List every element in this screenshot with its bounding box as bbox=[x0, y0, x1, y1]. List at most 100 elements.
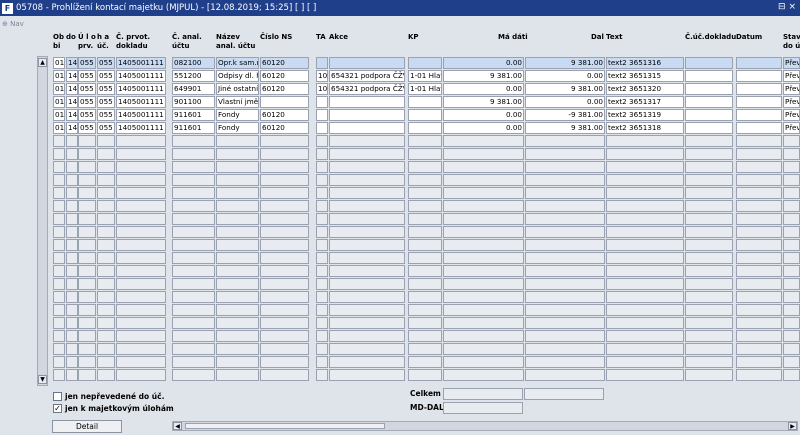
cell-akce[interactable] bbox=[329, 174, 405, 186]
scroll-down-icon[interactable]: ▼ bbox=[38, 375, 47, 384]
cell-ta[interactable] bbox=[316, 239, 328, 251]
cell-nazev[interactable] bbox=[216, 161, 259, 173]
cell-cucdokladu[interactable] bbox=[685, 148, 733, 160]
cell-cprvot[interactable] bbox=[116, 304, 166, 316]
cell-cprvot[interactable] bbox=[116, 135, 166, 147]
cell-madati[interactable] bbox=[443, 343, 524, 355]
cell-cprvot[interactable]: 1405001111 bbox=[116, 57, 166, 69]
cell-cucdokladu[interactable] bbox=[685, 265, 733, 277]
cell-cprvot[interactable]: 1405001111 bbox=[116, 96, 166, 108]
cell-akce[interactable] bbox=[329, 57, 405, 69]
cell-kp[interactable] bbox=[408, 161, 442, 173]
cell-ob[interactable] bbox=[53, 252, 65, 264]
cell-kp[interactable] bbox=[408, 200, 442, 212]
cell-cprvot[interactable] bbox=[116, 356, 166, 368]
cell-canal[interactable] bbox=[172, 265, 215, 277]
cell-datum[interactable] bbox=[736, 135, 782, 147]
cell-cislons[interactable] bbox=[260, 161, 309, 173]
cell-kp[interactable]: 1-01 Hlavní bbox=[408, 70, 442, 82]
cell-cucdokladu[interactable] bbox=[685, 356, 733, 368]
cell-madati[interactable] bbox=[443, 148, 524, 160]
cell-ob[interactable] bbox=[53, 174, 65, 186]
cell-stav[interactable] bbox=[783, 330, 800, 342]
cell-stav[interactable] bbox=[783, 343, 800, 355]
cell-nazev[interactable]: Odpisy dl. hm bbox=[216, 70, 259, 82]
cell-ha[interactable] bbox=[97, 278, 115, 290]
cell-ulo[interactable] bbox=[78, 135, 96, 147]
scroll-up-icon[interactable]: ▲ bbox=[38, 58, 47, 67]
cell-text[interactable] bbox=[606, 278, 684, 290]
cell-ulo[interactable] bbox=[78, 161, 96, 173]
cell-ta[interactable] bbox=[316, 330, 328, 342]
cell-cprvot[interactable] bbox=[116, 317, 166, 329]
cell-datum[interactable] bbox=[736, 57, 782, 69]
cell-do[interactable] bbox=[66, 252, 78, 264]
cell-canal[interactable] bbox=[172, 239, 215, 251]
cell-cislons[interactable] bbox=[260, 343, 309, 355]
cell-text[interactable] bbox=[606, 343, 684, 355]
cell-nazev[interactable] bbox=[216, 343, 259, 355]
cell-ta[interactable] bbox=[316, 252, 328, 264]
cell-dal[interactable] bbox=[525, 369, 605, 381]
cell-canal[interactable] bbox=[172, 317, 215, 329]
cell-ta[interactable] bbox=[316, 161, 328, 173]
cell-text[interactable]: text2 3651316 bbox=[606, 57, 684, 69]
cell-madati[interactable] bbox=[443, 187, 524, 199]
cell-do[interactable] bbox=[66, 278, 78, 290]
cell-akce[interactable] bbox=[329, 278, 405, 290]
cell-ha[interactable]: 055 bbox=[97, 109, 115, 121]
cell-cprvot[interactable]: 1405001111 bbox=[116, 70, 166, 82]
cell-stav[interactable] bbox=[783, 304, 800, 316]
cell-ulo[interactable] bbox=[78, 239, 96, 251]
cell-stav[interactable] bbox=[783, 317, 800, 329]
cell-datum[interactable] bbox=[736, 213, 782, 225]
cell-akce[interactable] bbox=[329, 200, 405, 212]
cell-stav[interactable] bbox=[783, 265, 800, 277]
cell-stav[interactable]: Přev bbox=[783, 83, 800, 95]
cell-ulo[interactable] bbox=[78, 226, 96, 238]
cell-cucdokladu[interactable] bbox=[685, 174, 733, 186]
cell-dal[interactable]: -9 381.00 bbox=[525, 109, 605, 121]
cell-madati[interactable] bbox=[443, 252, 524, 264]
cell-cprvot[interactable] bbox=[116, 148, 166, 160]
cell-kp[interactable] bbox=[408, 57, 442, 69]
cell-cislons[interactable] bbox=[260, 200, 309, 212]
cell-text[interactable]: text2 3651320 bbox=[606, 83, 684, 95]
cell-canal[interactable] bbox=[172, 213, 215, 225]
cell-canal[interactable] bbox=[172, 369, 215, 381]
cell-akce[interactable] bbox=[329, 226, 405, 238]
cell-nazev[interactable] bbox=[216, 213, 259, 225]
cell-nazev[interactable] bbox=[216, 291, 259, 303]
cell-text[interactable] bbox=[606, 252, 684, 264]
cell-akce[interactable] bbox=[329, 213, 405, 225]
cell-madati[interactable] bbox=[443, 239, 524, 251]
cell-kp[interactable] bbox=[408, 122, 442, 134]
cell-do[interactable] bbox=[66, 200, 78, 212]
cell-do[interactable] bbox=[66, 226, 78, 238]
cell-canal[interactable] bbox=[172, 148, 215, 160]
cell-kp[interactable] bbox=[408, 265, 442, 277]
cell-cucdokladu[interactable] bbox=[685, 70, 733, 82]
cell-cucdokladu[interactable] bbox=[685, 317, 733, 329]
cell-text[interactable] bbox=[606, 213, 684, 225]
cell-ha[interactable] bbox=[97, 369, 115, 381]
cell-kp[interactable] bbox=[408, 109, 442, 121]
cell-ta[interactable] bbox=[316, 343, 328, 355]
cell-cislons[interactable]: 60120 bbox=[260, 109, 309, 121]
cell-stav[interactable] bbox=[783, 278, 800, 290]
cell-ta[interactable] bbox=[316, 291, 328, 303]
cell-cprvot[interactable]: 1405001111 bbox=[116, 109, 166, 121]
cell-cucdokladu[interactable] bbox=[685, 239, 733, 251]
cell-text[interactable] bbox=[606, 187, 684, 199]
cell-cislons[interactable] bbox=[260, 148, 309, 160]
cell-akce[interactable] bbox=[329, 330, 405, 342]
cell-cprvot[interactable] bbox=[116, 330, 166, 342]
cell-datum[interactable] bbox=[736, 122, 782, 134]
cell-cucdokladu[interactable] bbox=[685, 304, 733, 316]
cell-ulo[interactable] bbox=[78, 317, 96, 329]
cell-ta[interactable] bbox=[316, 356, 328, 368]
cell-ulo[interactable] bbox=[78, 187, 96, 199]
cell-canal[interactable] bbox=[172, 252, 215, 264]
cell-text[interactable]: text2 3651319 bbox=[606, 109, 684, 121]
cell-ta[interactable]: 10 bbox=[316, 83, 328, 95]
